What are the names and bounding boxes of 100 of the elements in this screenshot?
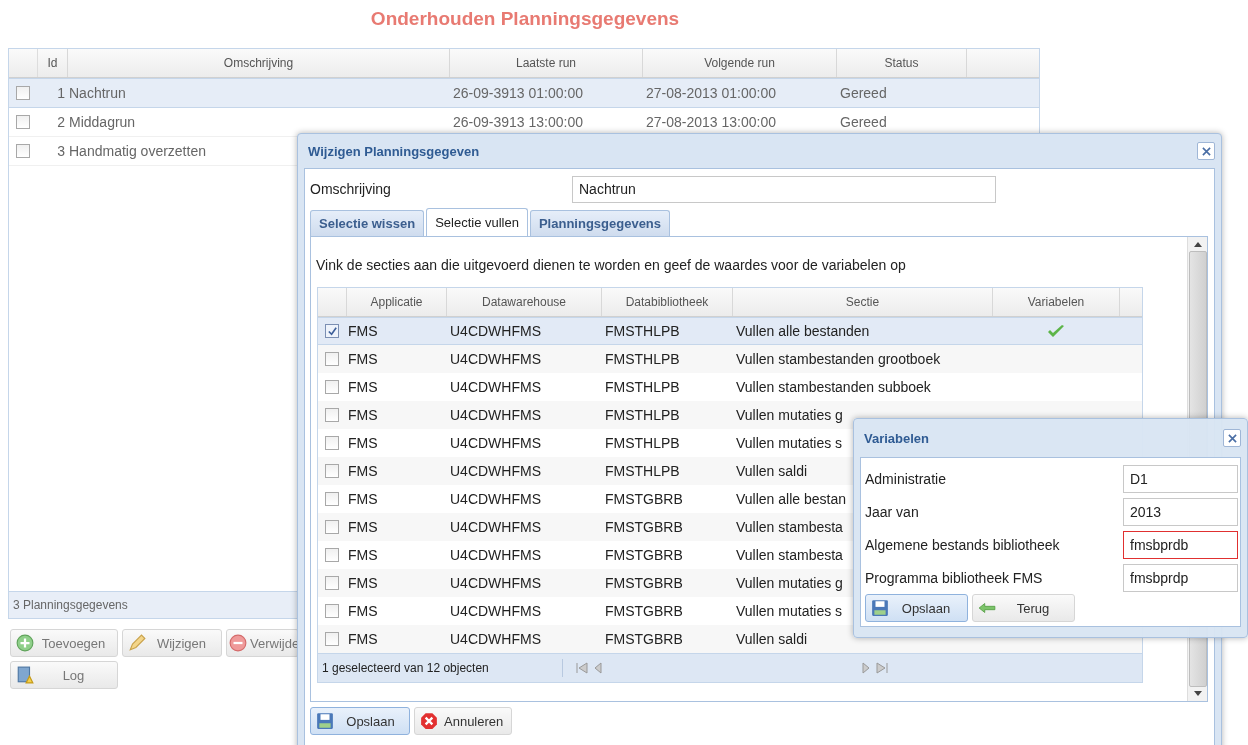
table-cell: FMSTGBRB (605, 631, 683, 647)
table-cell: U4CDWHFMS (450, 463, 541, 479)
table-row[interactable]: FMS U4CDWHFMS FMSTHLPB Vullen stambestanden grootboek (318, 345, 1142, 373)
checkbox[interactable] (325, 464, 339, 478)
close-icon[interactable] (1197, 142, 1215, 160)
book-warning-icon (16, 666, 34, 684)
table-cell: FMS (348, 519, 378, 535)
tab[interactable]: Planningsgegevens (529, 210, 671, 236)
checkbox[interactable] (16, 115, 30, 129)
checkbox[interactable] (325, 408, 339, 422)
input-field[interactable]: fmsbprdb (1123, 530, 1238, 559)
checkbox[interactable] (325, 604, 339, 618)
input-field[interactable]: D1 (1123, 464, 1238, 493)
table-cell: Vullen mutaties s (736, 435, 843, 451)
column-header[interactable]: Omschrijving (68, 49, 450, 77)
table-cell: U4CDWHFMS (450, 351, 541, 367)
page-title: Onderhouden Planningsgegevens (369, 7, 681, 31)
table-cell: U4CDWHFMS (450, 491, 541, 507)
description-field[interactable]: Nachtrun (572, 175, 996, 203)
checkbox[interactable] (325, 380, 339, 394)
table-cell: Vullen stambestanden grootboek (736, 351, 941, 367)
column-header[interactable]: Datawarehouse (447, 288, 602, 316)
popup-title: Variabelen (863, 430, 930, 446)
table-cell: Vullen stambestanden subboek (736, 379, 931, 395)
last-page-icon[interactable] (875, 661, 889, 675)
cancel-icon (420, 712, 438, 730)
table-cell: Middagrun (69, 114, 136, 130)
column-header[interactable]: Databibliotheek (602, 288, 733, 316)
scroll-up-icon[interactable] (1193, 241, 1202, 247)
toolbar-button[interactable]: Log (10, 661, 118, 689)
previous-page-icon[interactable] (593, 661, 603, 675)
table-cell: Handmatig overzetten (69, 143, 206, 159)
table-cell: Gereed (840, 114, 887, 130)
table-cell: U4CDWHFMS (450, 519, 541, 535)
table-cell: FMS (348, 603, 378, 619)
checkbox[interactable] (325, 576, 339, 590)
scroll-down-icon[interactable] (1193, 691, 1202, 697)
checkbox[interactable] (325, 324, 339, 338)
popup-button[interactable]: Terug (972, 594, 1075, 622)
popup-button[interactable]: Opslaan (865, 594, 968, 622)
input-field[interactable]: fmsbprdp (1123, 563, 1238, 592)
pencil-icon (128, 634, 146, 652)
table-cell: FMS (348, 631, 378, 647)
table-cell: FMS (348, 463, 378, 479)
table-cell: FMS (348, 407, 378, 423)
checkbox[interactable] (325, 492, 339, 506)
table-cell: 26-09-3913 13:00:00 (453, 114, 583, 130)
table-cell: FMSTHLPB (605, 435, 680, 451)
toolbar-button[interactable]: Wijzigen (122, 629, 222, 657)
column-header[interactable]: Volgende run (643, 49, 837, 77)
table-cell: FMSTGBRB (605, 519, 683, 535)
table-cell: Vullen mutaties g (736, 575, 843, 591)
toolbar-button[interactable]: Toevoegen (10, 629, 118, 657)
checkbox[interactable] (16, 86, 30, 100)
toolbar-button[interactable]: Verwijde (226, 629, 299, 657)
first-page-icon[interactable] (575, 661, 589, 675)
column-header[interactable]: Status (837, 49, 967, 77)
table-cell: Vullen saldi (736, 463, 808, 479)
table-cell: Vullen mutaties s (736, 603, 843, 619)
table-cell: U4CDWHFMS (450, 575, 541, 591)
table-cell: 27-08-2013 01:00:00 (646, 85, 776, 101)
table-cell: FMSTHLPB (605, 323, 680, 339)
next-page-icon[interactable] (861, 661, 871, 675)
table-cell: FMSTHLPB (605, 407, 680, 423)
checkbox[interactable] (325, 548, 339, 562)
checkbox[interactable] (325, 632, 339, 646)
table-cell: Vullen stambesta (736, 519, 843, 535)
column-header[interactable]: Variabelen (993, 288, 1120, 316)
table-row[interactable]: 1 Nachtrun 26-09-3913 01:00:00 27-08-2013 01:00:00 Gereed (9, 78, 1039, 108)
field-label: Programma bibliotheek FMS (865, 569, 1043, 586)
checkbox[interactable] (325, 520, 339, 534)
dialog-button[interactable]: Opslaan (310, 707, 410, 735)
table-cell: U4CDWHFMS (450, 379, 541, 395)
column-header[interactable]: Id (38, 49, 68, 77)
instruction-text: Vink de secties aan die uitgevoerd dienen te worden en geef de waardes voor de variabelen op (316, 257, 907, 273)
table-cell: U4CDWHFMS (450, 547, 541, 563)
table-cell: Vullen alle bestanden (736, 323, 870, 339)
checkbox[interactable] (325, 436, 339, 450)
column-header[interactable]: Laatste run (450, 49, 643, 77)
dialog-button[interactable]: Annuleren (414, 707, 513, 735)
table-cell: 1 (57, 85, 65, 101)
table-cell: FMS (348, 547, 378, 563)
checkbox[interactable] (16, 144, 30, 158)
input-field[interactable]: 2013 (1123, 497, 1238, 526)
table-row[interactable]: FMS U4CDWHFMS FMSTHLPB Vullen stambestanden subboek (318, 373, 1142, 401)
column-header[interactable]: Sectie (733, 288, 993, 316)
table-cell: Vullen saldi (736, 631, 808, 647)
table-cell: U4CDWHFMS (450, 407, 541, 423)
table-cell: Vullen alle bestan (736, 491, 846, 507)
table-cell: U4CDWHFMS (450, 435, 541, 451)
table-cell: FMS (348, 323, 378, 339)
close-icon[interactable] (1223, 429, 1241, 447)
tab[interactable]: Selectie wissen (310, 210, 425, 236)
table-cell: FMSTGBRB (605, 603, 683, 619)
table-cell: Vullen mutaties g (736, 407, 843, 423)
checkbox[interactable] (325, 352, 339, 366)
plus-icon (16, 634, 34, 652)
tab[interactable]: Selectie vullen (426, 208, 528, 236)
table-row[interactable]: FMS U4CDWHFMS FMSTHLPB Vullen alle bestanden (318, 317, 1142, 345)
column-header[interactable]: Applicatie (347, 288, 447, 316)
